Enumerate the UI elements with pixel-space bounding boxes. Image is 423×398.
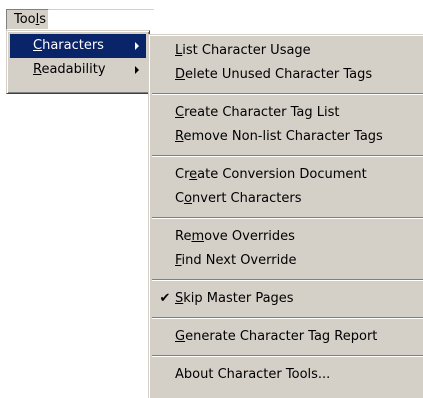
menu-item-label: Remove Overrides (175, 229, 295, 244)
menu-item-create-conversion-document[interactable]: Create Conversion Document (152, 163, 423, 187)
menubar-tools-label: Tools (14, 12, 47, 27)
menu-item-label: Delete Unused Character Tags (175, 67, 373, 82)
menu-item-label: About Character Tools... (175, 367, 331, 382)
menu-item-convert-characters[interactable]: Convert Characters (152, 187, 423, 211)
menubar-strip (49, 9, 154, 30)
menu-item-label: Create Conversion Document (175, 167, 367, 182)
menu-item-skip-master-pages[interactable]: ✔ Skip Master Pages (152, 287, 423, 311)
menu-item-delete-unused-character-tags[interactable]: Delete Unused Character Tags (152, 63, 423, 87)
menu-separator (152, 349, 423, 363)
menu-item-generate-character-tag-report[interactable]: Generate Character Tag Report (152, 325, 423, 349)
submenu-arrow-icon (135, 42, 139, 50)
menu-separator (152, 149, 423, 163)
menu-separator (152, 273, 423, 287)
menu-item-remove-non-list-character-tags[interactable]: Remove Non-list Character Tags (152, 125, 423, 149)
tools-menu-item-label: Characters (33, 38, 104, 53)
tools-menu-item-characters[interactable]: Characters (10, 34, 146, 58)
menu-item-label: Find Next Override (175, 253, 297, 268)
menu-item-about-character-tools[interactable]: About Character Tools... (152, 363, 423, 387)
menu-item-label: Remove Non-list Character Tags (175, 129, 383, 144)
menu-item-label: Skip Master Pages (175, 291, 294, 306)
menu-item-list-character-usage[interactable]: List Character Usage (152, 39, 423, 63)
checkmark-icon: ✔ (159, 291, 171, 306)
menubar-tools[interactable]: Tools (6, 9, 49, 30)
menu-item-label: Generate Character Tag Report (175, 329, 378, 344)
menu-item-create-character-tag-list[interactable]: Create Character Tag List (152, 101, 423, 125)
tools-menu: Characters Readability (6, 30, 150, 94)
tools-menu-item-readability[interactable]: Readability (10, 58, 146, 82)
menu-item-label: List Character Usage (175, 43, 311, 58)
menu-item-label: Create Character Tag List (175, 105, 340, 120)
tools-menu-item-label: Readability (33, 62, 106, 77)
menu-separator (152, 211, 423, 225)
menu-item-remove-overrides[interactable]: Remove Overrides (152, 225, 423, 249)
menu-item-find-next-override[interactable]: Find Next Override (152, 249, 423, 273)
menu-separator (152, 87, 423, 101)
menu-item-label: Convert Characters (175, 191, 302, 206)
menu-separator (152, 311, 423, 325)
screen: Tools Characters Readability List Charac… (0, 0, 423, 398)
characters-submenu: List Character Usage Delete Unused Chara… (148, 34, 423, 398)
submenu-arrow-icon (135, 66, 139, 74)
